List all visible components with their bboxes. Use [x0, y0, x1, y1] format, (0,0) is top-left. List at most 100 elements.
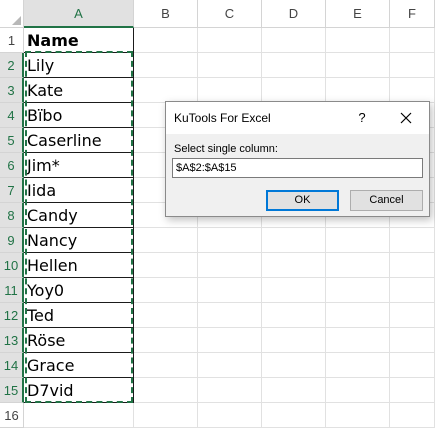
- cell[interactable]: [326, 78, 390, 103]
- row-header[interactable]: 15: [0, 378, 24, 403]
- cell[interactable]: [198, 403, 262, 428]
- dialog-title-bar[interactable]: KuTools For Excel ?: [166, 102, 429, 134]
- row-header[interactable]: 10: [0, 253, 24, 278]
- row-header[interactable]: 12: [0, 303, 24, 328]
- cell[interactable]: [390, 28, 435, 53]
- cell[interactable]: [326, 353, 390, 378]
- row-header[interactable]: 2: [0, 53, 24, 78]
- cell[interactable]: [198, 28, 262, 53]
- cell-name[interactable]: Grace: [24, 353, 134, 378]
- column-header-c[interactable]: C: [198, 0, 262, 28]
- cell-name[interactable]: Jim*: [24, 153, 134, 178]
- cell[interactable]: [134, 378, 198, 403]
- row-header[interactable]: 11: [0, 278, 24, 303]
- cell[interactable]: [134, 253, 198, 278]
- cell[interactable]: [198, 53, 262, 78]
- cell[interactable]: [390, 378, 435, 403]
- cell-a1-header[interactable]: Name: [24, 28, 134, 53]
- cell[interactable]: [262, 253, 326, 278]
- cell[interactable]: [134, 53, 198, 78]
- row-header[interactable]: 16: [0, 403, 24, 428]
- select-all-button[interactable]: [0, 0, 24, 28]
- cell[interactable]: [24, 403, 134, 428]
- cell[interactable]: [262, 353, 326, 378]
- cell[interactable]: [390, 328, 435, 353]
- row-header[interactable]: 9: [0, 228, 24, 253]
- cell[interactable]: [262, 328, 326, 353]
- cell-name[interactable]: Caserline: [24, 128, 134, 153]
- cell[interactable]: [390, 278, 435, 303]
- cell[interactable]: [390, 228, 435, 253]
- cell-name[interactable]: Hellen: [24, 253, 134, 278]
- cell[interactable]: [134, 228, 198, 253]
- cell[interactable]: [390, 253, 435, 278]
- cell[interactable]: [326, 278, 390, 303]
- cell[interactable]: [262, 228, 326, 253]
- row-header[interactable]: 3: [0, 78, 24, 103]
- cell[interactable]: [198, 378, 262, 403]
- cell[interactable]: [326, 28, 390, 53]
- row-header[interactable]: 6: [0, 153, 24, 178]
- column-header-d[interactable]: D: [262, 0, 326, 28]
- cell[interactable]: [198, 78, 262, 103]
- row-header[interactable]: 5: [0, 128, 24, 153]
- cell[interactable]: [262, 403, 326, 428]
- cell[interactable]: [198, 228, 262, 253]
- cell[interactable]: [134, 303, 198, 328]
- cell-name[interactable]: Bïbo: [24, 103, 134, 128]
- cell-name[interactable]: Kate: [24, 78, 134, 103]
- cell[interactable]: [326, 253, 390, 278]
- column-header-f[interactable]: F: [390, 0, 435, 28]
- cell-name[interactable]: Lily: [24, 53, 134, 78]
- column-header-b[interactable]: B: [134, 0, 198, 28]
- cell[interactable]: [326, 228, 390, 253]
- cell[interactable]: [134, 28, 198, 53]
- cell-name[interactable]: Nancy: [24, 228, 134, 253]
- cell[interactable]: [262, 78, 326, 103]
- cell[interactable]: [390, 53, 435, 78]
- row-header[interactable]: 4: [0, 103, 24, 128]
- cell[interactable]: [134, 78, 198, 103]
- row-header[interactable]: 1: [0, 28, 24, 53]
- cell[interactable]: [134, 353, 198, 378]
- cell[interactable]: [198, 328, 262, 353]
- cell[interactable]: [134, 328, 198, 353]
- cell[interactable]: [326, 378, 390, 403]
- cell[interactable]: [134, 278, 198, 303]
- cell[interactable]: [390, 303, 435, 328]
- cell[interactable]: [326, 303, 390, 328]
- cell[interactable]: [390, 353, 435, 378]
- help-button[interactable]: ?: [350, 106, 374, 130]
- cell[interactable]: [262, 303, 326, 328]
- cell-name[interactable]: Candy: [24, 203, 134, 228]
- cell[interactable]: [262, 378, 326, 403]
- ok-button[interactable]: OK: [266, 190, 339, 211]
- cell[interactable]: [390, 403, 435, 428]
- cell[interactable]: [262, 53, 326, 78]
- cell-name[interactable]: Röse: [24, 328, 134, 353]
- range-input[interactable]: [172, 158, 423, 178]
- cancel-button[interactable]: Cancel: [350, 190, 423, 211]
- cell-name[interactable]: D7vid: [24, 378, 134, 403]
- cell-name[interactable]: Iida: [24, 178, 134, 203]
- cell[interactable]: [262, 28, 326, 53]
- column-header-a[interactable]: A: [24, 0, 134, 28]
- row-header[interactable]: 14: [0, 353, 24, 378]
- row-header[interactable]: 8: [0, 203, 24, 228]
- row-header[interactable]: 13: [0, 328, 24, 353]
- row-header[interactable]: 7: [0, 178, 24, 203]
- cell[interactable]: [198, 353, 262, 378]
- cell[interactable]: [198, 253, 262, 278]
- cell[interactable]: [326, 328, 390, 353]
- column-header-e[interactable]: E: [326, 0, 390, 28]
- cell-name[interactable]: Ted: [24, 303, 134, 328]
- cell[interactable]: [198, 303, 262, 328]
- cell[interactable]: [134, 403, 198, 428]
- cell[interactable]: [390, 78, 435, 103]
- cell-name[interactable]: Yoy0: [24, 278, 134, 303]
- cell[interactable]: [262, 278, 326, 303]
- cell[interactable]: [326, 53, 390, 78]
- cell[interactable]: [326, 403, 390, 428]
- close-button[interactable]: [394, 106, 418, 130]
- cell[interactable]: [198, 278, 262, 303]
